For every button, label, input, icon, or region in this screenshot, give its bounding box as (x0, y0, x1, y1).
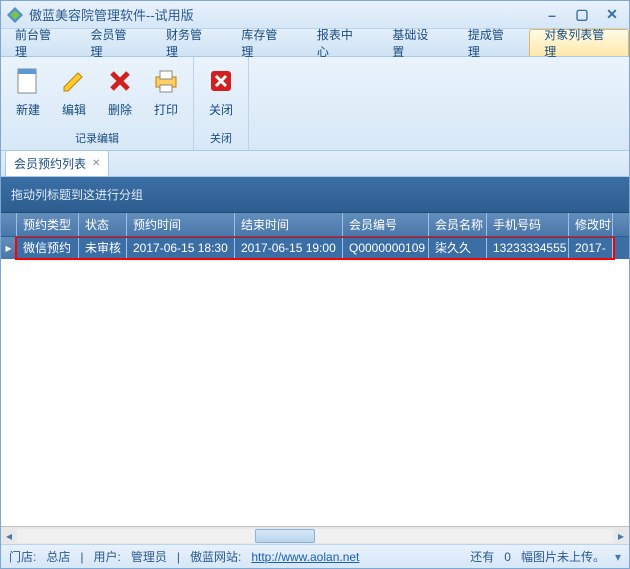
new-button[interactable]: 新建 (7, 61, 49, 128)
menu-object-list[interactable]: 对象列表管理 (529, 29, 629, 56)
status-store-value: 总店 (46, 548, 70, 565)
cell-mod: 2017- (569, 237, 613, 259)
col-header-end[interactable]: 结束时间 (235, 213, 343, 236)
document-tabs: 会员预约列表 ✕ (1, 151, 629, 177)
status-user-label: 用户: (93, 548, 120, 565)
chevron-down-icon[interactable]: ▾ (615, 550, 621, 564)
status-user-value: 管理员 (131, 548, 167, 565)
minimize-button[interactable]: – (541, 6, 563, 24)
upload-count: 0 (504, 550, 511, 564)
menu-front-desk[interactable]: 前台管理 (1, 29, 76, 56)
edit-button[interactable]: 编辑 (53, 61, 95, 128)
close-doc-button[interactable]: 关闭 (200, 61, 242, 128)
menu-settings[interactable]: 基础设置 (378, 29, 453, 56)
data-grid: 拖动列标题到这进行分组 预约类型 状态 预约时间 结束时间 会员编号 会员名称 … (1, 177, 629, 544)
col-header-mod[interactable]: 修改时 (569, 213, 613, 236)
tab-close-icon[interactable]: ✕ (92, 158, 100, 169)
cell-end: 2017-06-15 19:00 (235, 237, 343, 259)
row-indicator-icon: ▸ (1, 237, 17, 259)
ribbon-toolbar: 新建 编辑 删除 打印 记录编辑 (1, 57, 629, 151)
cell-start: 2017-06-15 18:30 (127, 237, 235, 259)
status-store-label: 门店: (9, 548, 36, 565)
close-button[interactable]: ✕ (601, 6, 623, 24)
group-by-panel[interactable]: 拖动列标题到这进行分组 (1, 177, 629, 213)
grid-body: ▸ 微信预约 未审核 2017-06-15 18:30 2017-06-15 1… (1, 237, 629, 526)
delete-icon (104, 65, 136, 97)
tab-appointment-list[interactable]: 会员预约列表 ✕ (5, 150, 109, 176)
scroll-left-icon[interactable]: ◂ (1, 528, 17, 544)
menu-member[interactable]: 会员管理 (76, 29, 151, 56)
delete-button[interactable]: 删除 (99, 61, 141, 128)
horizontal-scrollbar[interactable]: ◂ ▸ (1, 526, 629, 544)
cell-status: 未审核 (79, 237, 127, 259)
row-indicator-header (1, 213, 17, 236)
statusbar: 门店: 总店 | 用户: 管理员 | 傲蓝网站: http://www.aola… (1, 544, 629, 568)
col-header-memname[interactable]: 会员名称 (429, 213, 487, 236)
app-title: 傲蓝美容院管理软件--试用版 (29, 5, 541, 24)
col-header-phone[interactable]: 手机号码 (487, 213, 569, 236)
close-icon (205, 65, 237, 97)
cell-memno: Q0000000109 (343, 237, 429, 259)
menubar: 前台管理 会员管理 财务管理 库存管理 报表中心 基础设置 提成管理 对象列表管… (1, 29, 629, 57)
menu-finance[interactable]: 财务管理 (152, 29, 227, 56)
status-site-link[interactable]: http://www.aolan.net (251, 550, 359, 564)
cell-memname: 柒久久 (429, 237, 487, 259)
menu-inventory[interactable]: 库存管理 (227, 29, 302, 56)
col-header-type[interactable]: 预约类型 (17, 213, 79, 236)
col-header-memno[interactable]: 会员编号 (343, 213, 429, 236)
col-header-start[interactable]: 预约时间 (127, 213, 235, 236)
scroll-thumb[interactable] (255, 529, 315, 543)
print-icon (150, 65, 182, 97)
upload-suffix: 幅图片未上传。 (521, 548, 605, 565)
tool-group-edit-label: 记录编辑 (7, 128, 187, 148)
cell-phone: 13233334555 (487, 237, 569, 259)
scroll-right-icon[interactable]: ▸ (613, 528, 629, 544)
upload-prefix: 还有 (470, 548, 494, 565)
app-window: 傲蓝美容院管理软件--试用版 – ▢ ✕ 前台管理 会员管理 财务管理 库存管理… (0, 0, 630, 569)
cell-type: 微信预约 (17, 237, 79, 259)
window-controls: – ▢ ✕ (541, 6, 623, 24)
status-site-label: 傲蓝网站: (190, 548, 241, 565)
tool-group-edit: 新建 编辑 删除 打印 记录编辑 (1, 57, 194, 150)
print-button[interactable]: 打印 (145, 61, 187, 128)
edit-icon (58, 65, 90, 97)
menu-commission[interactable]: 提成管理 (454, 29, 529, 56)
table-row[interactable]: ▸ 微信预约 未审核 2017-06-15 18:30 2017-06-15 1… (1, 237, 629, 259)
col-header-status[interactable]: 状态 (79, 213, 127, 236)
tool-group-close-label: 关闭 (200, 128, 242, 148)
menu-reports[interactable]: 报表中心 (303, 29, 378, 56)
tool-group-close: 关闭 关闭 (194, 57, 249, 150)
new-icon (12, 65, 44, 97)
app-icon (7, 7, 23, 23)
grid-header: 预约类型 状态 预约时间 结束时间 会员编号 会员名称 手机号码 修改时 (1, 213, 629, 237)
maximize-button[interactable]: ▢ (571, 6, 593, 24)
